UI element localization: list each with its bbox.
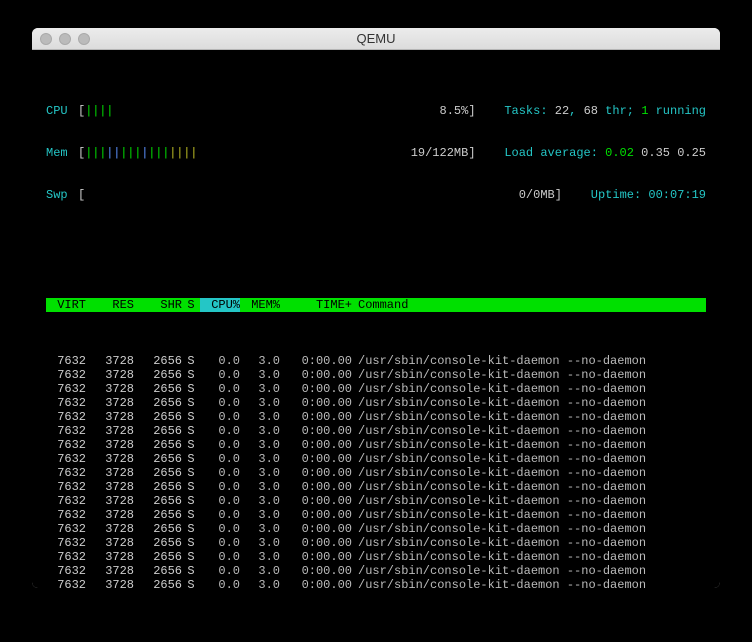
cpu-meter: CPU[|||| 8.5%] Tasks: 22, 68 thr; 1 runn… [46, 104, 706, 118]
col-mem[interactable]: MEM% [240, 298, 280, 312]
col-time[interactable]: TIME+ [280, 298, 352, 312]
table-row[interactable]: 763237282656S0.03.00:00.00/usr/sbin/cons… [46, 522, 706, 536]
table-row[interactable]: 763237282656S0.03.00:00.00/usr/sbin/cons… [46, 396, 706, 410]
qemu-window: QEMU CPU[|||| 8.5%] Tasks: 22, 68 thr; 1… [32, 28, 720, 588]
table-row[interactable]: 763237282656S0.03.00:00.00/usr/sbin/cons… [46, 452, 706, 466]
table-row[interactable]: 763237282656S0.03.00:00.00/usr/sbin/cons… [46, 578, 706, 588]
swp-meter: Swp[ 0/0MB] Uptime: 00:07:19 [46, 188, 706, 202]
col-virt[interactable]: VIRT [46, 298, 86, 312]
col-res[interactable]: RES [86, 298, 134, 312]
process-list[interactable]: 763237282656S0.03.00:00.00/usr/sbin/cons… [46, 354, 706, 588]
table-row[interactable]: 763237282656S0.03.00:00.00/usr/sbin/cons… [46, 550, 706, 564]
table-header[interactable]: VIRT RES SHR S CPU% MEM% TIME+ Command [46, 298, 706, 312]
col-cpu[interactable]: CPU% [200, 298, 240, 312]
table-row[interactable]: 763237282656S0.03.00:00.00/usr/sbin/cons… [46, 382, 706, 396]
table-row[interactable]: 763237282656S0.03.00:00.00/usr/sbin/cons… [46, 508, 706, 522]
col-state[interactable]: S [182, 298, 200, 312]
mem-meter: Mem[|||||||||||||||| 19/122MB] Load aver… [46, 146, 706, 160]
table-row[interactable]: 763237282656S0.03.00:00.00/usr/sbin/cons… [46, 494, 706, 508]
col-cmd[interactable]: Command [352, 298, 706, 312]
table-row[interactable]: 763237282656S0.03.00:00.00/usr/sbin/cons… [46, 424, 706, 438]
titlebar[interactable]: QEMU [32, 28, 720, 50]
table-row[interactable]: 763237282656S0.03.00:00.00/usr/sbin/cons… [46, 466, 706, 480]
table-row[interactable]: 763237282656S0.03.00:00.00/usr/sbin/cons… [46, 536, 706, 550]
window-title: QEMU [32, 31, 720, 46]
table-row[interactable]: 763237282656S0.03.00:00.00/usr/sbin/cons… [46, 564, 706, 578]
table-row[interactable]: 763237282656S0.03.00:00.00/usr/sbin/cons… [46, 480, 706, 494]
table-row[interactable]: 763237282656S0.03.00:00.00/usr/sbin/cons… [46, 438, 706, 452]
table-row[interactable]: 763237282656S0.03.00:00.00/usr/sbin/cons… [46, 368, 706, 382]
terminal[interactable]: CPU[|||| 8.5%] Tasks: 22, 68 thr; 1 runn… [32, 50, 720, 588]
col-shr[interactable]: SHR [134, 298, 182, 312]
table-row[interactable]: 763237282656S0.03.00:00.00/usr/sbin/cons… [46, 354, 706, 368]
table-row[interactable]: 763237282656S0.03.00:00.00/usr/sbin/cons… [46, 410, 706, 424]
